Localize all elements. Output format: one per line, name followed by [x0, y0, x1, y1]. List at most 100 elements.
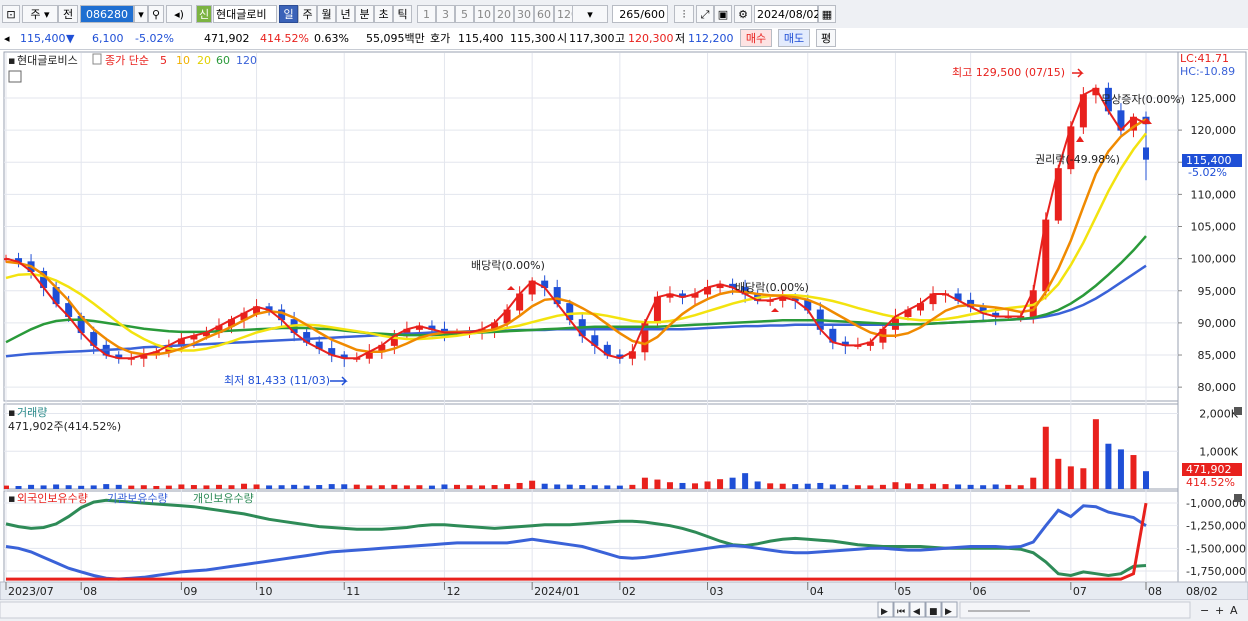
x-tick-label: 03: [710, 585, 724, 598]
volume-bar: [428, 485, 435, 489]
x-tick-label: 10: [259, 585, 273, 598]
volume-bar: [391, 484, 398, 489]
volume-bar: [742, 473, 749, 489]
volume-bar: [353, 484, 360, 489]
volume-bar: [190, 485, 197, 489]
x-tick-label: 2023/07: [8, 585, 54, 598]
volume-bar: [591, 485, 598, 489]
grid-toggle-icon[interactable]: [8, 70, 22, 83]
price-y-tick: 100,000: [1191, 253, 1237, 266]
x-tick-label: 05: [897, 585, 911, 598]
volume-bar: [53, 484, 60, 489]
volume-bar: [980, 485, 987, 489]
scroll-button-icon-0: ▶: [881, 607, 888, 617]
lc-label: LC:41.71: [1180, 52, 1229, 65]
volume-bar: [403, 485, 410, 489]
volume-bar: [303, 485, 310, 489]
scroll-button-icon-3: ■: [929, 607, 938, 617]
volume-bar: [516, 482, 523, 489]
x-tick-label: 11: [346, 585, 360, 598]
volume-bar: [604, 485, 611, 489]
scroll-button-icon-2: ◀: [913, 607, 920, 617]
zoom-track[interactable]: [959, 601, 1191, 619]
volume-bar: [504, 484, 511, 489]
volume-bar: [416, 485, 423, 489]
ma20-legend: 20: [197, 54, 211, 67]
volume-bar: [165, 485, 172, 489]
volume-bar: [491, 485, 498, 489]
chart-canvas: 125,000120,000115,000110,000105,000100,0…: [0, 51, 1248, 621]
zoom-in-icon[interactable]: +: [1215, 604, 1224, 617]
volume-bar: [228, 485, 235, 489]
close-holdings-panel-icon[interactable]: [1234, 494, 1242, 502]
ma-legend-label: 종가 단순: [105, 54, 149, 67]
volume-bar: [266, 485, 273, 489]
volume-y-tick: 1,000K: [1199, 445, 1238, 458]
holdings-y-tick: -1,500,000: [1186, 542, 1246, 555]
volume-bar: [967, 484, 974, 489]
volume-bar: [1067, 466, 1074, 489]
volume-bar: [40, 485, 47, 489]
volume-bar: [804, 483, 811, 489]
scroll-track[interactable]: [0, 601, 881, 619]
x-tick-label: 08: [1148, 585, 1162, 598]
x-tick-label: 09: [183, 585, 197, 598]
volume-bar: [65, 485, 72, 489]
institution-legend: 기관보유수량: [107, 492, 168, 505]
x-tick-label: 02: [622, 585, 636, 598]
scroll-button-icon-4: ▶: [945, 607, 952, 617]
volume-bar: [879, 484, 886, 489]
foreign-legend: 외국인보유수량: [17, 492, 88, 505]
volume-bar: [917, 484, 924, 489]
volume-bar: [541, 483, 548, 489]
volume-bar: [767, 483, 774, 489]
volume-bar: [466, 485, 473, 489]
ma5-legend: 5: [160, 54, 167, 67]
scroll-controls: ▶ ⏮ ◀ ■ ▶ − + A: [0, 601, 1238, 619]
x-tick-label: 04: [810, 585, 824, 598]
volume-bar: [115, 484, 122, 489]
volume-bar: [153, 485, 160, 489]
ma10-legend: 10: [176, 54, 190, 67]
volume-bar: [1017, 485, 1024, 489]
volume-bar: [554, 484, 561, 489]
x-tick-label: 07: [1073, 585, 1087, 598]
zoom-out-icon[interactable]: −: [1200, 604, 1209, 617]
volume-bar: [1143, 471, 1149, 489]
scroll-button-icon-1: ⏮: [897, 607, 905, 617]
volume-bar: [15, 485, 22, 489]
volume-bar: [328, 484, 335, 489]
x-tick-label: 12: [446, 585, 460, 598]
volume-bar: [717, 479, 724, 489]
volume-bar: [616, 485, 623, 489]
individual-legend: 개인보유수량: [193, 492, 254, 505]
volume-bar: [892, 482, 899, 489]
close-volume-panel-icon[interactable]: [1234, 407, 1242, 415]
volume-bar: [566, 484, 573, 489]
volume-bar: [829, 484, 836, 489]
annotation-dividend-1: 배당락(0.00%): [471, 259, 545, 272]
volume-bar: [666, 482, 673, 489]
holdings-y-tick: -1,250,000: [1186, 520, 1246, 533]
volume-bar: [90, 485, 97, 489]
volume-bar: [629, 484, 636, 489]
volume-bar: [1130, 455, 1137, 489]
volume-bar: [1092, 419, 1099, 489]
volume-bar: [955, 484, 962, 489]
volume-bar: [1117, 449, 1124, 489]
price-y-tick: 110,000: [1191, 188, 1237, 201]
volume-bar: [78, 485, 85, 489]
volume-bar: [341, 484, 348, 489]
volume-bar: [654, 479, 661, 489]
volume-bar: [641, 477, 648, 489]
volume-bar: [1030, 477, 1037, 489]
volume-bar: [28, 484, 35, 489]
price-y-tick: 105,000: [1191, 221, 1237, 234]
volume-panel: [3, 403, 1179, 490]
volume-bar: [378, 485, 385, 489]
volume-bar: [241, 483, 248, 489]
auto-zoom-icon[interactable]: A: [1230, 604, 1238, 617]
annotation-dividend-2: 배당락(0.00%): [735, 281, 809, 294]
volume-bar: [140, 485, 147, 489]
last-volume-ratio-label: 414.52%: [1186, 476, 1235, 489]
